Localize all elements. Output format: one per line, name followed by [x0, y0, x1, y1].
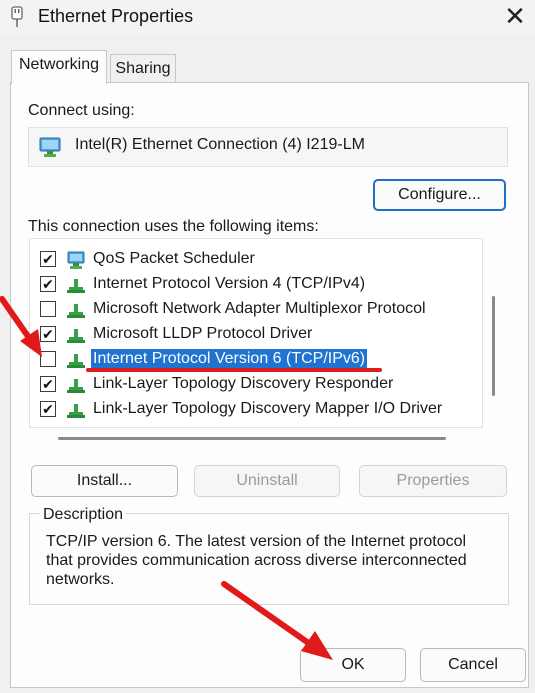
adapter-name: Intel(R) Ethernet Connection (4) I219-LM	[75, 136, 365, 153]
ok-button[interactable]: OK	[300, 648, 406, 682]
list-item[interactable]: ✔ Microsoft LLDP Protocol Driver	[30, 322, 470, 347]
horizontal-scrollbar[interactable]	[58, 437, 446, 440]
item-checkbox[interactable]	[40, 301, 56, 317]
item-checkbox[interactable]: ✔	[40, 326, 56, 342]
vertical-scrollbar[interactable]	[492, 296, 495, 396]
network-adapter-icon	[39, 137, 61, 157]
item-label: Microsoft LLDP Protocol Driver	[93, 325, 313, 342]
install-button[interactable]: Install...	[31, 465, 178, 497]
description-text: TCP/IP version 6. The latest version of …	[46, 533, 467, 588]
item-checkbox[interactable]: ✔	[40, 376, 56, 392]
description-legend: Description	[40, 505, 127, 525]
connect-using-label: Connect using:	[28, 102, 135, 119]
item-label: QoS Packet Scheduler	[93, 250, 255, 267]
item-label: Link-Layer Topology Discovery Responder	[93, 375, 394, 392]
item-checkbox[interactable]: ✔	[40, 401, 56, 417]
item-label: Microsoft Network Adapter Multiplexor Pr…	[93, 300, 426, 317]
list-item[interactable]: ✔ QoS Packet Scheduler	[30, 247, 470, 272]
protocol-icon	[67, 329, 85, 343]
items-list[interactable]: ✔ QoS Packet Scheduler ✔ Internet Protoc…	[29, 238, 483, 428]
list-item[interactable]: Microsoft Network Adapter Multiplexor Pr…	[30, 297, 470, 322]
tab-sharing[interactable]: Sharing	[110, 54, 176, 82]
list-item[interactable]: ✔ Internet Protocol Version 4 (TCP/IPv4)	[30, 272, 470, 297]
item-label: Internet Protocol Version 6 (TCP/IPv6)	[91, 349, 368, 369]
item-checkbox[interactable]: ✔	[40, 251, 56, 267]
protocol-icon	[67, 354, 85, 368]
protocol-icon	[67, 279, 85, 293]
list-item[interactable]: ✔ Link-Layer Topology Discovery Responde…	[30, 372, 470, 397]
item-checkbox[interactable]: ✔	[40, 276, 56, 292]
protocol-icon	[67, 304, 85, 318]
item-checkbox[interactable]	[40, 351, 56, 367]
item-label: Link-Layer Topology Discovery Mapper I/O…	[93, 400, 443, 417]
tab-networking[interactable]: Networking	[11, 50, 107, 84]
list-item-selected[interactable]: Internet Protocol Version 6 (TCP/IPv6)	[30, 347, 470, 372]
ethernet-plug-icon	[11, 6, 23, 27]
uninstall-button[interactable]: Uninstall	[194, 465, 340, 497]
qos-icon	[67, 251, 85, 269]
item-label: Internet Protocol Version 4 (TCP/IPv4)	[93, 275, 366, 292]
protocol-icon	[67, 404, 85, 418]
protocol-icon	[67, 379, 85, 393]
cancel-button[interactable]: Cancel	[420, 648, 526, 682]
configure-button[interactable]: Configure...	[373, 179, 506, 211]
list-item[interactable]: ✔ Link-Layer Topology Discovery Mapper I…	[30, 397, 470, 422]
properties-button[interactable]: Properties	[359, 465, 507, 497]
items-label: This connection uses the following items…	[28, 218, 319, 235]
window-title: Ethernet Properties	[38, 6, 194, 26]
close-icon[interactable]: ✕	[500, 1, 530, 31]
